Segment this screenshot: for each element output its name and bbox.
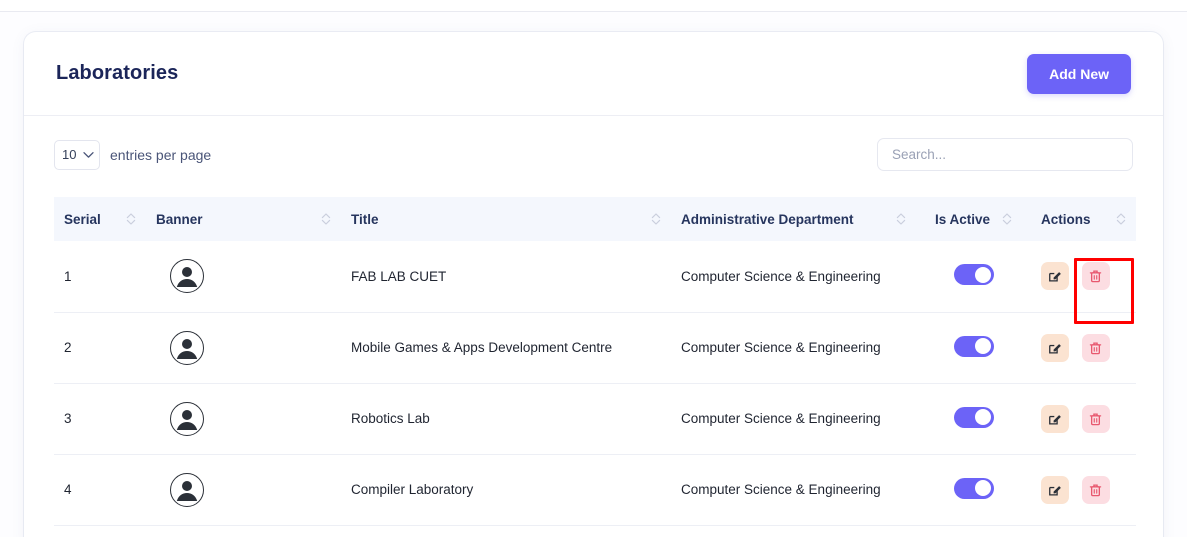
sort-icon[interactable] [1002,211,1012,227]
cell-is-active [916,454,1031,525]
delete-button[interactable] [1082,476,1110,504]
sort-icon[interactable] [896,211,906,227]
cell-department: Computer Science & Engineering [671,454,916,525]
avatar [170,402,204,436]
cell-banner [146,383,341,454]
sort-icon[interactable] [126,211,136,227]
trash-icon [1089,483,1102,497]
edit-button[interactable] [1041,405,1069,433]
column-label-actions: Actions [1041,212,1091,227]
cell-serial: 2 [54,312,146,383]
trash-icon [1089,269,1102,283]
cell-department: Computer Science & Engineering [671,312,916,383]
entries-select-wrap: 10 [54,140,100,170]
avatar [170,473,204,507]
table-row: 2 Mobile Games & Apps Development Centre… [54,312,1136,383]
cell-actions [1031,241,1136,312]
cell-actions [1031,454,1136,525]
laboratories-table: Serial Banner [54,197,1136,526]
toggle-knob [975,338,991,354]
card-header: Laboratories Add New [24,32,1163,116]
user-avatar-icon [172,404,202,434]
trash-icon [1089,341,1102,355]
table-body: 1 FAB LAB CUET Computer Science & Engine… [54,241,1136,525]
is-active-toggle[interactable] [954,264,994,285]
entries-per-page-select[interactable]: 10 [54,140,100,170]
column-label-banner: Banner [156,212,203,227]
table-header-row: Serial Banner [54,197,1136,241]
column-label-administrative-department: Administrative Department [681,212,854,227]
edit-button[interactable] [1041,476,1069,504]
cell-actions [1031,312,1136,383]
column-header-banner[interactable]: Banner [146,197,341,241]
delete-button[interactable] [1082,405,1110,433]
column-header-actions[interactable]: Actions [1031,197,1136,241]
sort-icon[interactable] [651,211,661,227]
toggle-knob [975,480,991,496]
cell-title: Mobile Games & Apps Development Centre [341,312,671,383]
cell-department: Computer Science & Engineering [671,241,916,312]
cell-is-active [916,312,1031,383]
avatar [170,331,204,365]
table-row: 3 Robotics Lab Computer Science & Engine… [54,383,1136,454]
edit-button[interactable] [1041,262,1069,290]
column-header-administrative-department[interactable]: Administrative Department [671,197,916,241]
cell-serial: 1 [54,241,146,312]
table-controls: 10 entries per page [54,138,1133,171]
page-root: Laboratories Add New 10 e [0,0,1187,537]
sort-icon[interactable] [321,211,331,227]
edit-pencil-icon [1048,341,1062,355]
delete-button[interactable] [1082,334,1110,362]
edit-pencil-icon [1048,483,1062,497]
edit-pencil-icon [1048,269,1062,283]
cell-banner [146,312,341,383]
cell-actions [1031,383,1136,454]
toggle-knob [975,267,991,283]
entries-per-page-group: 10 entries per page [54,140,211,170]
column-header-serial[interactable]: Serial [54,197,146,241]
column-header-title[interactable]: Title [341,197,671,241]
cell-banner [146,241,341,312]
is-active-toggle[interactable] [954,407,994,428]
delete-button[interactable] [1082,262,1110,290]
cell-serial: 3 [54,383,146,454]
edit-button[interactable] [1041,334,1069,362]
page-body: Laboratories Add New 10 e [0,12,1187,537]
column-label-serial: Serial [64,212,101,227]
user-avatar-icon [172,333,202,363]
column-label-is-active: Is Active [935,212,990,227]
cell-serial: 4 [54,454,146,525]
edit-pencil-icon [1048,412,1062,426]
is-active-toggle[interactable] [954,478,994,499]
table-head: Serial Banner [54,197,1136,241]
cell-title: Compiler Laboratory [341,454,671,525]
is-active-toggle[interactable] [954,336,994,357]
trash-icon [1089,412,1102,426]
table-row: 1 FAB LAB CUET Computer Science & Engine… [54,241,1136,312]
cell-is-active [916,383,1031,454]
column-label-title: Title [351,212,379,227]
sort-icon[interactable] [1116,211,1126,227]
cell-is-active [916,241,1031,312]
cell-banner [146,454,341,525]
table-row: 4 Compiler Laboratory Computer Science &… [54,454,1136,525]
add-new-button[interactable]: Add New [1027,54,1131,94]
laboratories-card: Laboratories Add New 10 e [24,32,1163,537]
avatar [170,259,204,293]
cell-title: FAB LAB CUET [341,241,671,312]
search-input[interactable] [877,138,1133,171]
user-avatar-icon [172,475,202,505]
entries-per-page-label: entries per page [110,147,211,163]
column-header-is-active[interactable]: Is Active [916,197,1031,241]
cell-department: Computer Science & Engineering [671,383,916,454]
page-title: Laboratories [56,62,178,85]
card-body: 10 entries per page [24,116,1163,526]
cell-title: Robotics Lab [341,383,671,454]
toggle-knob [975,409,991,425]
user-avatar-icon [172,261,202,291]
